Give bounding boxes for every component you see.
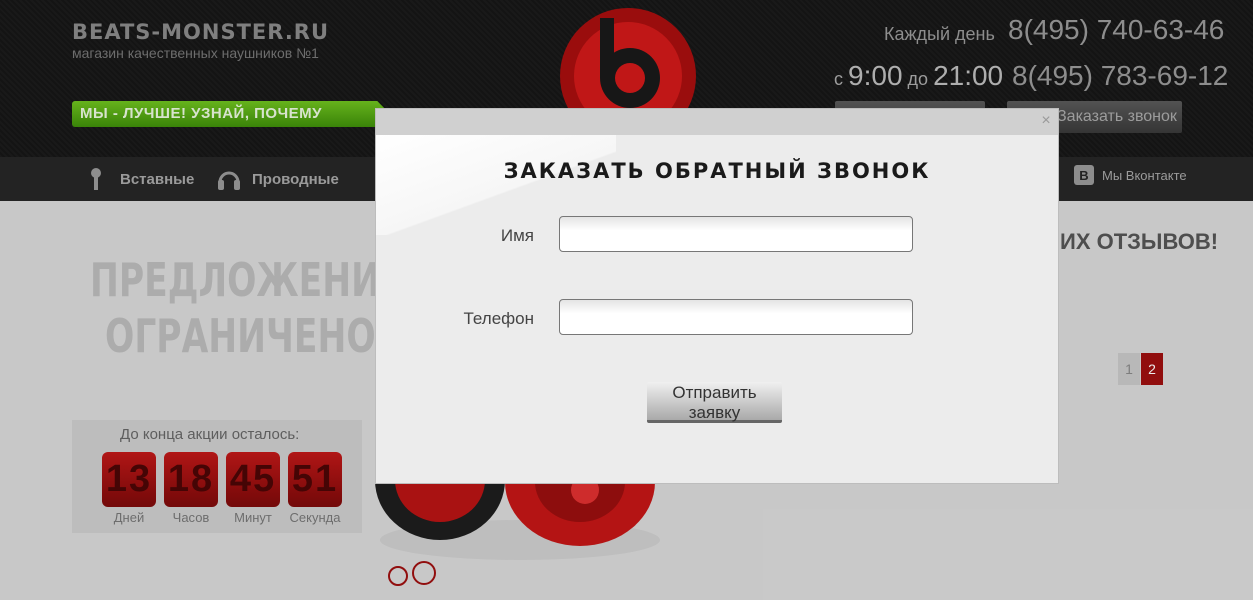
submit-button[interactable]: Отправить заявку xyxy=(647,382,782,423)
modal-title: ЗАКАЗАТЬ ОБРАТНЫЙ ЗВОНОК xyxy=(503,159,931,183)
close-icon[interactable]: × xyxy=(1038,113,1054,129)
callback-modal: × ЗАКАЗАТЬ ОБРАТНЫЙ ЗВОНОК Имя Телефон О… xyxy=(376,109,1058,483)
name-input[interactable] xyxy=(559,216,913,252)
phone-input[interactable] xyxy=(559,299,913,335)
modal-title-bar xyxy=(376,109,1058,135)
name-label: Имя xyxy=(500,226,534,245)
phone-label: Телефон xyxy=(463,309,534,328)
